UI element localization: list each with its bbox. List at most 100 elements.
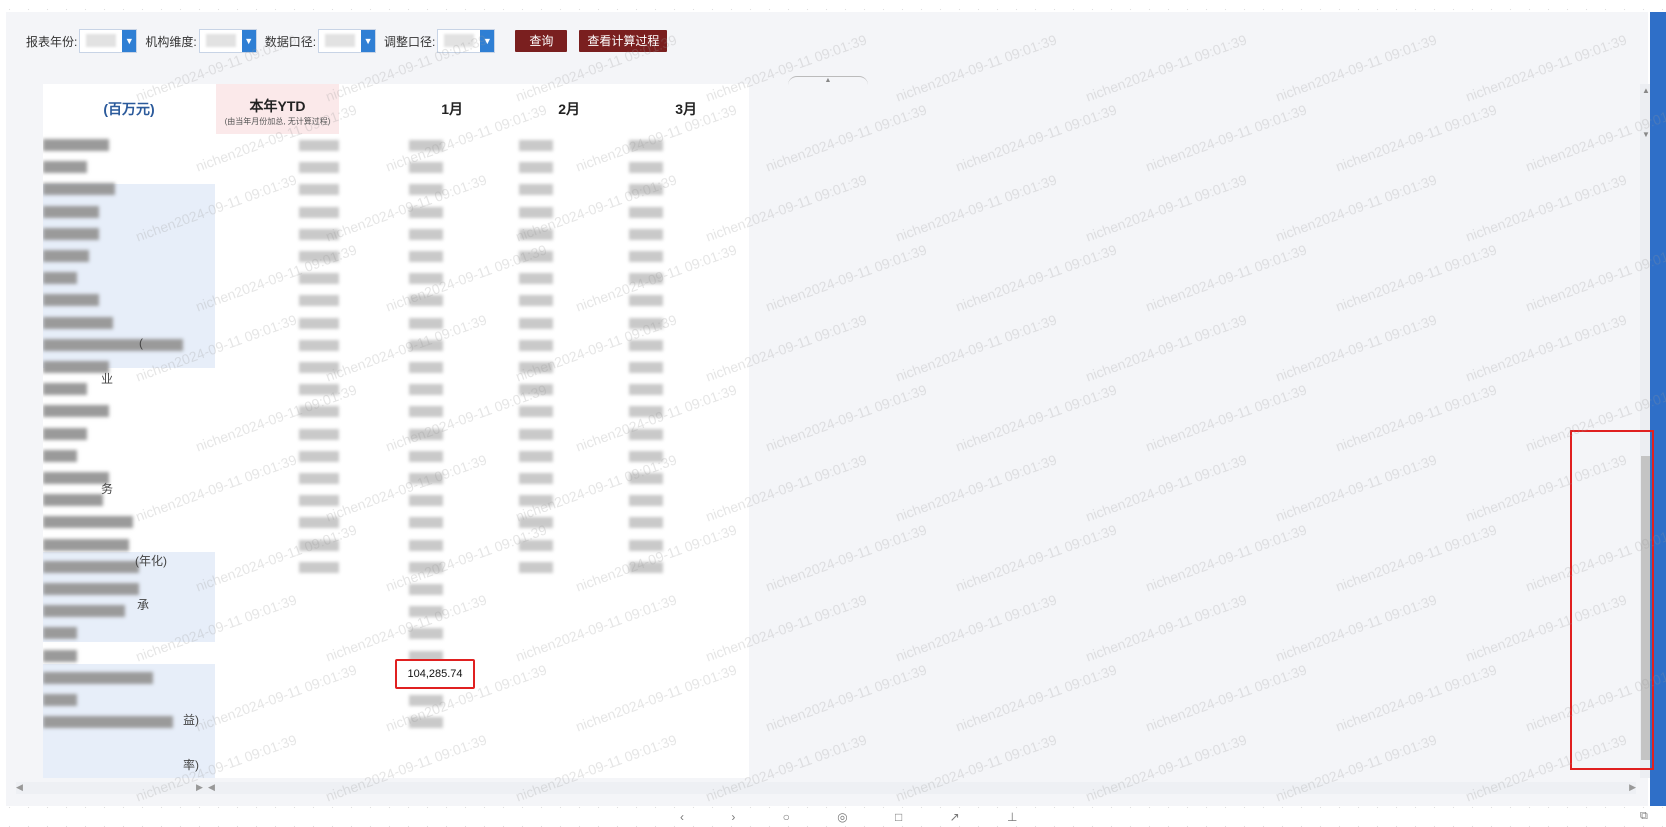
cell-value-obscured xyxy=(299,362,339,373)
row-label-obscured xyxy=(43,139,109,151)
table-row xyxy=(43,289,749,311)
cell-value-obscured xyxy=(409,495,443,507)
highlighted-cell-value[interactable]: 104,285.74 xyxy=(395,659,475,689)
cell-value-obscured xyxy=(519,295,553,307)
cell-value-obscured xyxy=(519,251,553,262)
row-suffix-annual: (年化) xyxy=(135,554,167,568)
unit-header: (百万元) xyxy=(103,101,155,117)
ytd-subtitle: (由当年月份加总, 无计算过程) xyxy=(224,117,331,126)
cell-value-obscured xyxy=(629,317,663,329)
row-label-obscured xyxy=(43,227,99,240)
cell-value-obscured xyxy=(519,339,553,351)
cell-value-obscured xyxy=(409,184,443,196)
table-row xyxy=(43,423,749,445)
cell-value-obscured xyxy=(299,251,339,262)
view-calc-button[interactable]: 查看计算过程 xyxy=(579,30,668,52)
row-label-obscured xyxy=(43,671,153,684)
table-row xyxy=(43,267,749,289)
row-label-obscured xyxy=(43,294,99,307)
row-label-obscured xyxy=(43,538,129,551)
cell-value-obscured xyxy=(299,495,339,507)
cell-value-obscured xyxy=(629,273,663,285)
scroll-right-icon[interactable]: ▶ xyxy=(196,782,203,793)
cell-value-obscured xyxy=(629,339,663,351)
cell-value-obscured xyxy=(299,184,339,196)
cell-value-obscured xyxy=(409,295,443,307)
cell-value-obscured xyxy=(629,517,663,529)
cell-value-obscured xyxy=(519,517,553,529)
cell-value-obscured xyxy=(629,295,663,307)
row-label-obscured xyxy=(43,516,133,529)
row-suffix: 益) xyxy=(183,713,199,727)
table-row xyxy=(43,622,749,644)
row-suffix: 务 xyxy=(101,482,114,496)
cell-value-obscured xyxy=(409,406,443,418)
row-label-obscured xyxy=(43,205,99,218)
scroll-up-icon[interactable]: ▲ xyxy=(1642,86,1650,95)
row-label-obscured xyxy=(43,627,77,640)
year-select[interactable]: ▼ xyxy=(79,29,138,53)
cell-value-obscured xyxy=(299,473,339,484)
cell-value-obscured xyxy=(519,362,553,373)
chevron-down-icon: ▼ xyxy=(122,30,137,52)
scroll-right-icon[interactable]: ▶ xyxy=(1629,782,1636,793)
cell-value-obscured xyxy=(299,339,339,351)
cell-value-obscured xyxy=(409,584,443,595)
data-select[interactable]: ▼ xyxy=(318,29,377,53)
cell-value-obscured xyxy=(409,473,443,484)
cell-value-obscured xyxy=(629,450,663,462)
cell-value-obscured xyxy=(519,384,553,396)
cell-value-obscured xyxy=(519,561,553,573)
cell-value-obscured xyxy=(519,162,553,174)
cell-value-obscured xyxy=(629,162,663,174)
filter-label-org: 机构维度: xyxy=(145,34,197,49)
cell-value-obscured xyxy=(629,251,663,262)
table-row xyxy=(43,445,749,467)
cell-value-obscured xyxy=(519,317,553,329)
table-row xyxy=(43,312,749,334)
table-row xyxy=(43,511,749,533)
cell-value-obscured xyxy=(519,228,553,240)
scroll-left-icon[interactable]: ◀ xyxy=(16,782,23,793)
table-row xyxy=(43,689,749,711)
cell-value-obscured xyxy=(299,517,339,529)
bottom-toolbar-icons[interactable]: ‹ › ○ ◎ □ ↗ ⊥ xyxy=(680,810,1039,824)
adjust-select[interactable]: ▼ xyxy=(437,29,496,53)
row-label-obscured xyxy=(43,161,87,174)
table-row xyxy=(43,134,749,156)
cell-value-obscured xyxy=(519,450,553,462)
splitter-handle[interactable]: ▲ xyxy=(788,76,868,85)
ytd-header: 本年YTD (由当年月份加总, 无计算过程) xyxy=(216,84,339,134)
row-label-obscured xyxy=(43,250,89,262)
row-label-obscured xyxy=(43,560,139,573)
scroll-down-icon[interactable]: ▼ xyxy=(1642,130,1650,139)
row-label-obscured xyxy=(43,649,77,662)
row-suffix: 承 xyxy=(137,598,150,612)
cell-value-obscured xyxy=(629,428,663,440)
scroll-left-icon[interactable]: ◀ xyxy=(208,782,215,793)
table-row xyxy=(43,489,749,511)
cell-value-obscured xyxy=(299,228,339,240)
cell-value-obscured xyxy=(409,140,443,151)
row-label-obscured xyxy=(43,272,77,285)
row-label-obscured xyxy=(43,183,115,196)
org-select[interactable]: ▼ xyxy=(198,29,257,53)
ytd-title: 本年YTD xyxy=(249,98,306,114)
cell-value-obscured xyxy=(299,450,339,462)
cell-value-obscured xyxy=(409,561,443,573)
cell-value-obscured xyxy=(409,162,443,174)
chevron-down-icon: ▼ xyxy=(480,30,495,52)
query-button[interactable]: 查询 xyxy=(515,30,568,52)
cell-value-obscured xyxy=(409,539,443,551)
row-label-obscured xyxy=(43,338,183,351)
cell-value-obscured xyxy=(519,184,553,196)
filter-label-year: 报表年份: xyxy=(26,34,78,49)
cell-value-obscured xyxy=(519,473,553,484)
report-table: (百万元) 本年YTD (由当年月份加总, 无计算过程) 1月 2月 3月 ( … xyxy=(43,84,749,778)
horizontal-scrollbar[interactable]: ◀ ▶ ◀ ▶ xyxy=(16,782,1636,794)
table-row xyxy=(43,334,749,356)
cell-value-obscured xyxy=(519,406,553,418)
cell-value-obscured xyxy=(629,406,663,418)
cell-value-obscured xyxy=(409,606,443,618)
corner-icon[interactable]: ⧉ xyxy=(1640,810,1648,823)
